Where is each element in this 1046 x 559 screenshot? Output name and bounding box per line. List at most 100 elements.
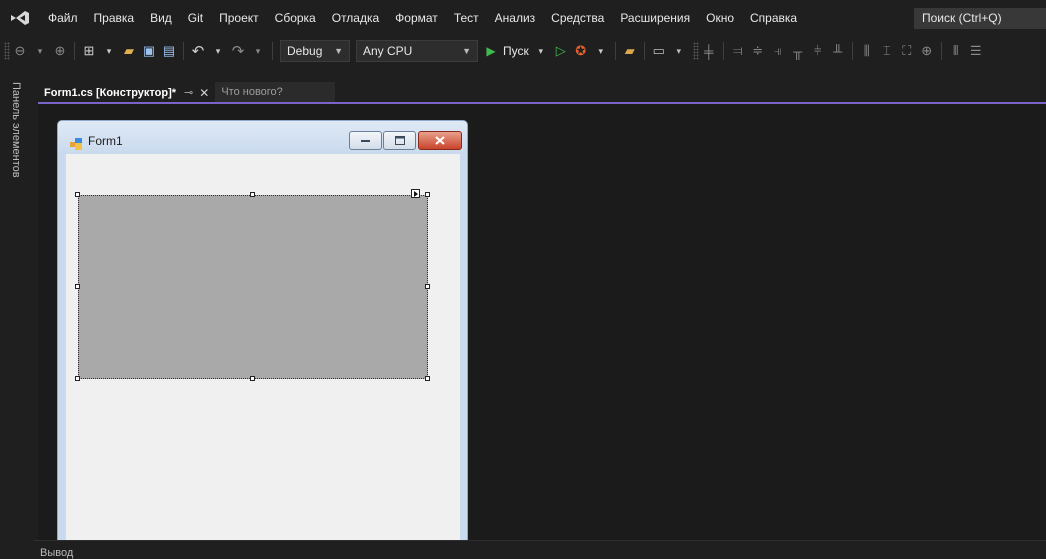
layout-dropdown-icon[interactable]: ▾ — [670, 41, 688, 61]
document-tab-strip: Form1.cs [Конструктор]* ⊸ ✕ Что нового? — [38, 82, 1046, 102]
toolbar-separator — [272, 42, 273, 60]
redo-icon[interactable]: ↷ — [229, 41, 247, 61]
maximize-icon — [394, 136, 405, 145]
form-icon — [70, 137, 82, 150]
solution-configuration-select[interactable]: Debug ▼ — [280, 40, 350, 62]
configuration-value: Debug — [287, 44, 323, 58]
align-tops-icon[interactable]: ╥ — [789, 41, 807, 61]
toolbox-tab[interactable]: Панель элементов — [10, 82, 24, 202]
standard-toolbar: ⊖ ▾ ⊕ ⊞ ▾ ▰ ▣ ▤ ↶ ▾ ↷ ▾ Debug ▼ Any CPU … — [0, 36, 1046, 66]
form-frame-right — [460, 154, 467, 556]
resize-handle-top-right[interactable] — [425, 192, 430, 197]
menu-build[interactable]: Сборка — [267, 0, 324, 36]
pin-icon[interactable]: ⊸ — [184, 86, 193, 99]
navigate-forward-icon[interactable]: ▾ — [31, 41, 49, 61]
menu-project[interactable]: Проект — [211, 0, 267, 36]
resize-handle-top-left[interactable] — [75, 192, 80, 197]
close-icon — [435, 136, 445, 145]
size-to-grid-icon[interactable]: ⛶ — [898, 41, 916, 61]
menu-edit[interactable]: Правка — [86, 0, 143, 36]
align-lefts-icon[interactable]: ⫤ — [729, 41, 747, 61]
start-button-label[interactable]: Пуск — [503, 44, 529, 58]
form-titlebar[interactable]: Form1 — [58, 121, 467, 154]
minimize-button[interactable] — [349, 131, 382, 150]
search-box[interactable]: Поиск (Ctrl+Q) — [914, 8, 1046, 29]
undo-dropdown-icon[interactable]: ▾ — [209, 41, 227, 61]
tab-label: Form1.cs [Конструктор]* — [44, 86, 177, 99]
toolbox-tab-label: Панель элементов — [10, 82, 22, 178]
zoom-icon[interactable]: ⊕ — [918, 41, 936, 61]
menu-format[interactable]: Формат — [387, 0, 446, 36]
toolbar-grip-icon[interactable] — [692, 42, 699, 60]
menu-tools[interactable]: Средства — [543, 0, 612, 36]
start-debugging-icon[interactable]: ▶ — [482, 41, 500, 61]
align-centers-icon[interactable]: ≑ — [749, 41, 767, 61]
save-all-icon[interactable]: ▤ — [160, 41, 178, 61]
save-icon[interactable]: ▣ — [140, 41, 158, 61]
smart-tag-icon[interactable] — [411, 189, 420, 198]
navigate-forward-circle-icon[interactable]: ⊕ — [51, 41, 69, 61]
toolbar-separator — [722, 42, 724, 60]
new-project-icon[interactable]: ⊞ — [80, 41, 98, 61]
toolbar-separator — [940, 42, 942, 60]
close-button[interactable] — [418, 131, 462, 150]
chevron-down-icon: ▼ — [334, 46, 343, 56]
hot-reload-dropdown-icon[interactable]: ▾ — [592, 41, 610, 61]
close-icon[interactable]: ✕ — [199, 86, 209, 100]
horizontal-spacing-icon[interactable]: ⫴ — [947, 41, 965, 61]
align-rights-icon[interactable]: ⫣ — [769, 41, 787, 61]
toolbar-separator — [614, 42, 616, 60]
toolbar-separator — [74, 42, 75, 60]
tab-label: Что нового? — [221, 86, 283, 98]
browse-icon[interactable]: ▰ — [621, 41, 639, 61]
new-project-dropdown-icon[interactable]: ▾ — [100, 41, 118, 61]
menu-window[interactable]: Окно — [698, 0, 742, 36]
output-panel[interactable]: Вывод — [34, 540, 1046, 559]
minimize-icon — [360, 139, 370, 142]
menu-git[interactable]: Git — [180, 0, 211, 36]
start-without-debugging-icon[interactable]: ▷ — [552, 41, 570, 61]
form-title: Form1 — [88, 134, 123, 148]
menu-analyze[interactable]: Анализ — [487, 0, 544, 36]
menu-bar: Файл Правка Вид Git Проект Сборка Отладк… — [0, 0, 1046, 36]
resize-handle-bottom-left[interactable] — [75, 376, 80, 381]
navigate-back-icon[interactable]: ⊖ — [11, 41, 29, 61]
hot-reload-icon[interactable]: ✪ — [572, 41, 590, 61]
toolbar-separator — [851, 42, 853, 60]
resize-handle-bottom-right[interactable] — [425, 376, 430, 381]
selected-panel-control[interactable] — [78, 195, 428, 379]
align-bottoms-icon[interactable]: ╨ — [829, 41, 847, 61]
chevron-down-icon: ▼ — [462, 46, 471, 56]
align-to-grid-icon[interactable]: ╪ — [700, 41, 718, 61]
resize-handle-left[interactable] — [75, 284, 80, 289]
solution-platform-select[interactable]: Any CPU ▼ — [356, 40, 478, 62]
resize-handle-right[interactable] — [425, 284, 430, 289]
make-same-height-icon[interactable]: ⌶ — [878, 41, 896, 61]
left-dock-panel: Панель элементов — [0, 66, 34, 557]
align-middles-icon[interactable]: ⫩ — [809, 41, 827, 61]
tab-whats-new[interactable]: Что нового? — [215, 82, 336, 102]
resize-handle-bottom[interactable] — [250, 376, 255, 381]
menu-test[interactable]: Тест — [446, 0, 487, 36]
toolbar-separator — [643, 42, 645, 60]
vertical-spacing-icon[interactable]: ☰ — [967, 41, 985, 61]
form-frame-left — [58, 154, 65, 556]
tab-form1-designer[interactable]: Form1.cs [Конструктор]* ⊸ ✕ — [38, 82, 216, 102]
toolbar-grip-icon[interactable] — [4, 42, 10, 60]
toolbar-separator — [183, 42, 184, 60]
menu-help[interactable]: Справка — [742, 0, 805, 36]
maximize-button[interactable] — [383, 131, 416, 150]
open-file-icon[interactable]: ▰ — [120, 41, 138, 61]
make-same-width-icon[interactable]: ⫼ — [858, 41, 876, 61]
menu-view[interactable]: Вид — [142, 0, 180, 36]
menu-extensions[interactable]: Расширения — [612, 0, 698, 36]
output-panel-title: Вывод — [40, 547, 74, 559]
visual-studio-logo-icon[interactable] — [0, 0, 40, 36]
redo-dropdown-icon[interactable]: ▾ — [249, 41, 267, 61]
start-dropdown-icon[interactable]: ▾ — [532, 41, 550, 61]
layout-icon[interactable]: ▭ — [650, 41, 668, 61]
menu-file[interactable]: Файл — [40, 0, 86, 36]
menu-debug[interactable]: Отладка — [324, 0, 387, 36]
resize-handle-top[interactable] — [250, 192, 255, 197]
undo-icon[interactable]: ↶ — [189, 41, 207, 61]
